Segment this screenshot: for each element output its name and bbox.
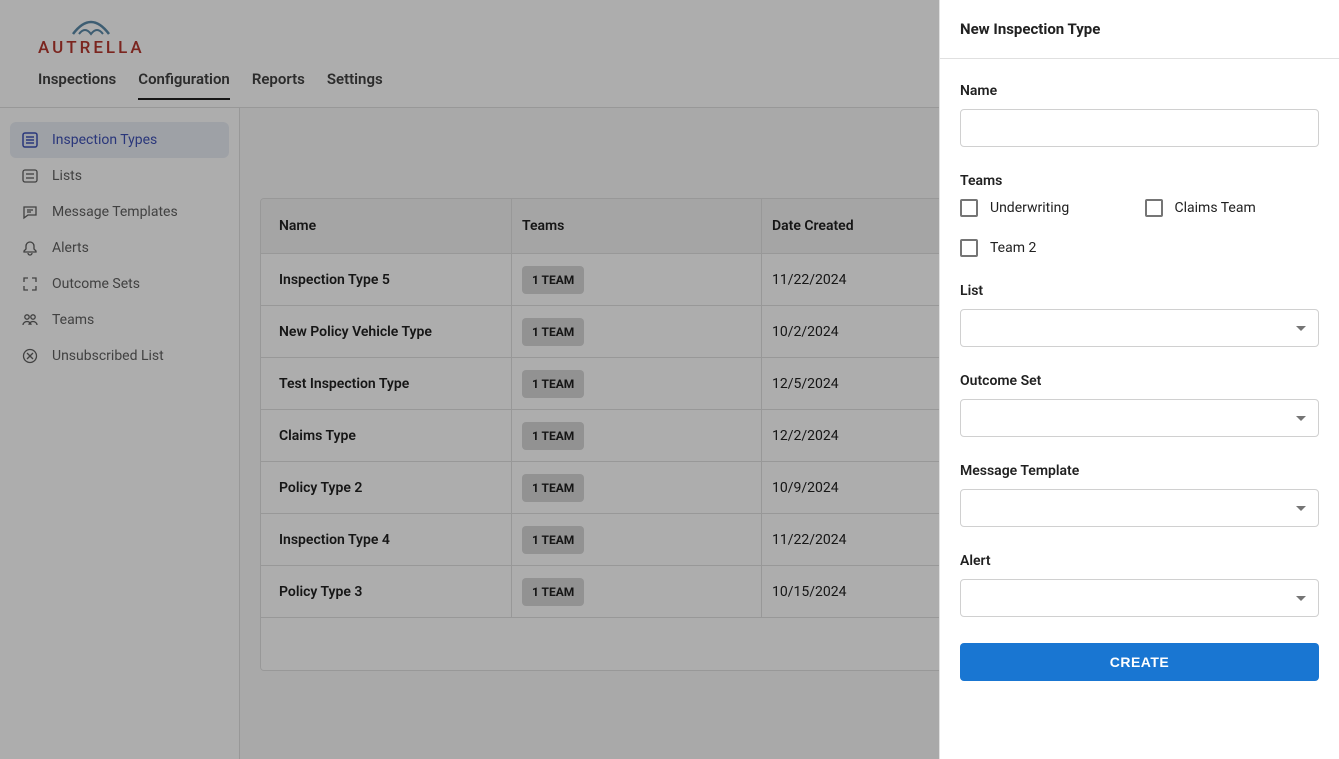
checkbox-label: Team 2: [990, 240, 1036, 256]
form-group-alert: Alert: [960, 553, 1319, 617]
outcome-set-select[interactable]: [960, 399, 1319, 437]
message-template-select[interactable]: [960, 489, 1319, 527]
chevron-down-icon: [1296, 596, 1306, 601]
drawer-title: New Inspection Type: [940, 0, 1339, 59]
checkbox-icon: [1145, 199, 1163, 217]
name-label: Name: [960, 83, 1319, 99]
checkbox-icon: [960, 239, 978, 257]
checkbox-icon: [960, 199, 978, 217]
checkbox-claims-team[interactable]: Claims Team: [1145, 199, 1320, 217]
message-template-label: Message Template: [960, 463, 1319, 479]
list-label: List: [960, 283, 1319, 299]
checkbox-team-2[interactable]: Team 2: [960, 239, 1135, 257]
create-button-label: CREATE: [1110, 654, 1170, 670]
new-inspection-type-drawer: New Inspection Type Name Teams Underwrit…: [939, 0, 1339, 759]
form-group-outcome-set: Outcome Set: [960, 373, 1319, 437]
name-input[interactable]: [960, 109, 1319, 147]
checkbox-underwriting[interactable]: Underwriting: [960, 199, 1135, 217]
alert-select[interactable]: [960, 579, 1319, 617]
outcome-set-label: Outcome Set: [960, 373, 1319, 389]
form-group-list: List: [960, 283, 1319, 347]
list-select[interactable]: [960, 309, 1319, 347]
form-group-teams: Teams Underwriting Claims Team Team 2: [960, 173, 1319, 257]
alert-label: Alert: [960, 553, 1319, 569]
teams-checkbox-grid: Underwriting Claims Team Team 2: [960, 199, 1319, 257]
chevron-down-icon: [1296, 506, 1306, 511]
chevron-down-icon: [1296, 326, 1306, 331]
create-button[interactable]: CREATE: [960, 643, 1319, 681]
chevron-down-icon: [1296, 416, 1306, 421]
checkbox-label: Underwriting: [990, 200, 1069, 216]
drawer-body: Name Teams Underwriting Claims Team Team…: [940, 59, 1339, 759]
form-group-name: Name: [960, 83, 1319, 147]
teams-label: Teams: [960, 173, 1319, 189]
checkbox-label: Claims Team: [1175, 200, 1256, 216]
form-group-message-template: Message Template: [960, 463, 1319, 527]
